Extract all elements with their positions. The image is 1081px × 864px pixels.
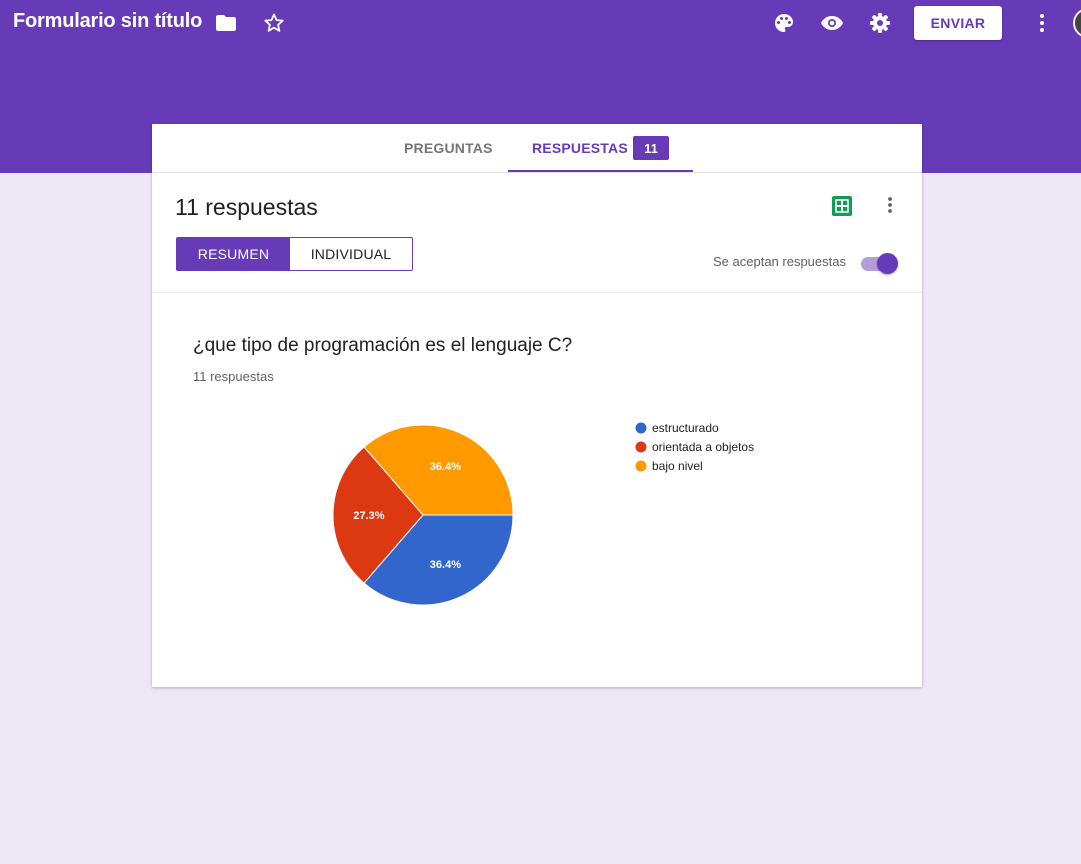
spreadsheet-icon[interactable] bbox=[832, 196, 852, 216]
pie-chart: 36.4% 27.3% 36.4% estructurado orientada a o… bbox=[332, 421, 754, 606]
form-title[interactable]: Formulario sin título bbox=[13, 10, 202, 33]
gear-icon[interactable] bbox=[868, 11, 892, 35]
more-vert-icon[interactable] bbox=[1030, 11, 1054, 35]
slice-label-2: 36.4% bbox=[430, 461, 461, 473]
tab-questions[interactable]: PREGUNTAS bbox=[404, 124, 493, 172]
legend-marker-2 bbox=[635, 460, 647, 472]
responses-card: PREGUNTAS RESPUESTAS 11 11 respuestas RE… bbox=[152, 124, 922, 687]
individual-button[interactable]: INDIVIDUAL bbox=[290, 238, 412, 270]
avatar[interactable] bbox=[1073, 8, 1081, 38]
tab-responses[interactable]: RESPUESTAS bbox=[532, 124, 628, 172]
question-response-count: 11 respuestas bbox=[193, 369, 274, 384]
legend-marker-1 bbox=[635, 441, 647, 453]
view-toggle: RESUMEN INDIVIDUAL bbox=[176, 237, 413, 271]
tab-bar: PREGUNTAS RESPUESTAS 11 bbox=[152, 124, 922, 173]
legend-marker-0 bbox=[635, 422, 647, 434]
active-tab-indicator bbox=[508, 170, 693, 172]
eye-icon[interactable] bbox=[820, 11, 844, 35]
responses-title: 11 respuestas bbox=[175, 194, 318, 220]
send-button[interactable]: ENVIAR bbox=[914, 6, 1002, 40]
question-title: ¿que tipo de programación es el lenguaje… bbox=[193, 335, 573, 356]
toggle-thumb[interactable] bbox=[877, 253, 898, 274]
folder-icon[interactable] bbox=[214, 11, 238, 35]
summary-button[interactable]: RESUMEN bbox=[177, 238, 290, 270]
palette-icon[interactable] bbox=[772, 11, 796, 35]
legend-label-0: estructurado bbox=[652, 421, 719, 435]
slice-label-0: 36.4% bbox=[430, 559, 461, 571]
legend-label-1: orientada a objetos bbox=[652, 440, 754, 454]
more-options-icon[interactable] bbox=[880, 194, 900, 218]
responses-count-badge: 11 bbox=[633, 136, 669, 160]
accepting-responses-label: Se aceptan respuestas bbox=[713, 254, 846, 269]
divider bbox=[152, 292, 922, 293]
legend-label-2: bajo nivel bbox=[652, 459, 703, 473]
slice-label-1: 27.3% bbox=[353, 510, 384, 522]
accepting-responses-toggle[interactable] bbox=[860, 252, 900, 276]
star-icon[interactable] bbox=[262, 11, 286, 35]
